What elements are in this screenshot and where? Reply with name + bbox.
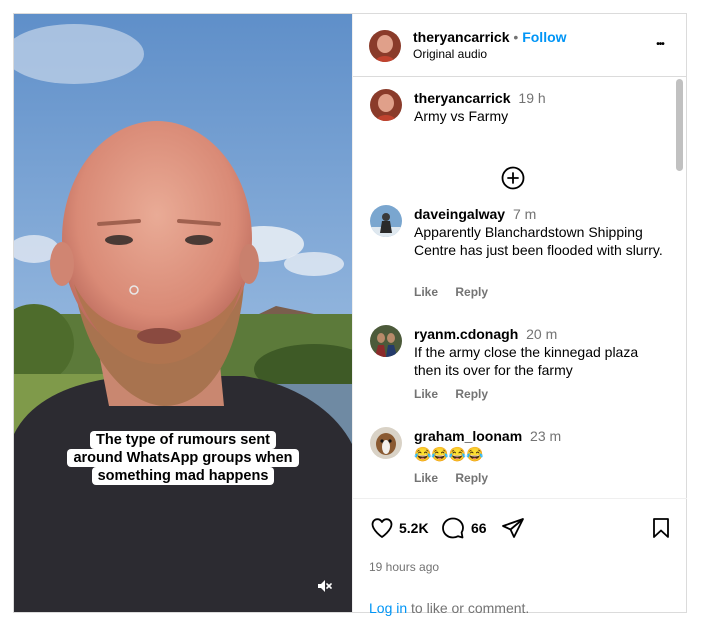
login-link[interactable]: Log in: [369, 600, 407, 616]
reply-button[interactable]: Reply: [455, 387, 488, 401]
comment-button[interactable]: [440, 515, 466, 541]
comment-item: daveingalway 7 m Apparently Blanchardsto…: [370, 205, 670, 305]
like-count[interactable]: 5.2K: [399, 520, 429, 536]
post-footer: 5.2K 66 19 hours ago Log in to like or c…: [353, 498, 687, 616]
separator-dot: •: [513, 29, 519, 45]
comment-time: 19 h: [518, 90, 546, 106]
post-timestamp[interactable]: 19 hours ago: [369, 560, 439, 574]
comment-time: 7 m: [512, 206, 537, 222]
more-options-button[interactable]: •••: [647, 34, 673, 54]
comment-text: Apparently Blanchardstown Shipping Centr…: [414, 224, 663, 258]
video-player[interactable]: The type of rumours sent around WhatsApp…: [14, 14, 352, 612]
comment-item: ryanm.cdonagh 20 m If the army close the…: [370, 325, 670, 405]
heart-icon: [371, 518, 393, 538]
avatar-image: [370, 89, 402, 121]
caption-text: Army vs Farmy: [414, 108, 509, 124]
author-avatar[interactable]: [369, 30, 401, 62]
comment-count[interactable]: 66: [471, 520, 487, 536]
author-username[interactable]: theryancarrick: [413, 29, 510, 45]
like-comment-button[interactable]: Like: [414, 387, 438, 401]
comment-icon: [442, 517, 464, 539]
caption-line: The type of rumours sent: [89, 431, 277, 449]
comment-text: 😂😂😂😂: [414, 446, 484, 462]
comment-time: 23 m: [530, 428, 562, 444]
comment-username[interactable]: theryancarrick: [414, 90, 511, 106]
avatar-image: [370, 325, 402, 357]
reply-button[interactable]: Reply: [455, 285, 488, 299]
comment-text: If the army close the kinnegad plaza the…: [414, 344, 639, 378]
save-button[interactable]: [648, 515, 674, 541]
commenter-avatar[interactable]: [370, 325, 402, 357]
comment-username[interactable]: ryanm.cdonagh: [414, 326, 518, 342]
avatar-image: [370, 427, 402, 459]
scrollbar-thumb[interactable]: [676, 79, 683, 171]
commenter-avatar[interactable]: [370, 205, 402, 237]
author-avatar[interactable]: [370, 89, 402, 121]
comments-list[interactable]: theryancarrick 19 h Army vs Farmy davein…: [353, 77, 687, 497]
caption-line: something mad happens: [91, 467, 275, 485]
reply-button[interactable]: Reply: [455, 471, 488, 485]
bookmark-icon: [653, 518, 669, 538]
comment-username[interactable]: daveingalway: [414, 206, 505, 222]
post-sidebar: theryancarrick • Follow Original audio •…: [352, 14, 687, 616]
plus-circle-icon: [501, 166, 525, 190]
avatar-image: [370, 205, 402, 237]
like-comment-button[interactable]: Like: [414, 285, 438, 299]
comment-username[interactable]: graham_loonam: [414, 428, 522, 444]
follow-button[interactable]: Follow: [522, 29, 566, 45]
paper-plane-icon: [502, 518, 524, 538]
post-card: The type of rumours sent around WhatsApp…: [13, 13, 687, 616]
caption-line: around WhatsApp groups when: [67, 449, 299, 467]
video-frame: [14, 14, 352, 612]
share-button[interactable]: [500, 515, 526, 541]
commenter-avatar[interactable]: [370, 427, 402, 459]
login-prompt: Log in to like or comment.: [369, 600, 529, 616]
like-button[interactable]: [369, 515, 395, 541]
load-more-comments-button[interactable]: [500, 165, 526, 191]
video-caption: The type of rumours sent around WhatsApp…: [14, 431, 352, 485]
more-options-icon: •••: [656, 38, 664, 50]
audio-label[interactable]: Original audio: [413, 47, 487, 61]
comment-item: graham_loonam 23 m 😂😂😂😂 Like Reply: [370, 427, 670, 497]
post-caption: theryancarrick 19 h Army vs Farmy: [370, 89, 670, 129]
mute-button[interactable]: [316, 578, 336, 598]
avatar-image: [369, 30, 401, 62]
post-header: theryancarrick • Follow Original audio •…: [353, 14, 687, 77]
comment-time: 20 m: [526, 326, 558, 342]
like-comment-button[interactable]: Like: [414, 471, 438, 485]
login-prompt-text: to like or comment.: [411, 600, 530, 616]
speaker-muted-icon: [318, 580, 332, 592]
